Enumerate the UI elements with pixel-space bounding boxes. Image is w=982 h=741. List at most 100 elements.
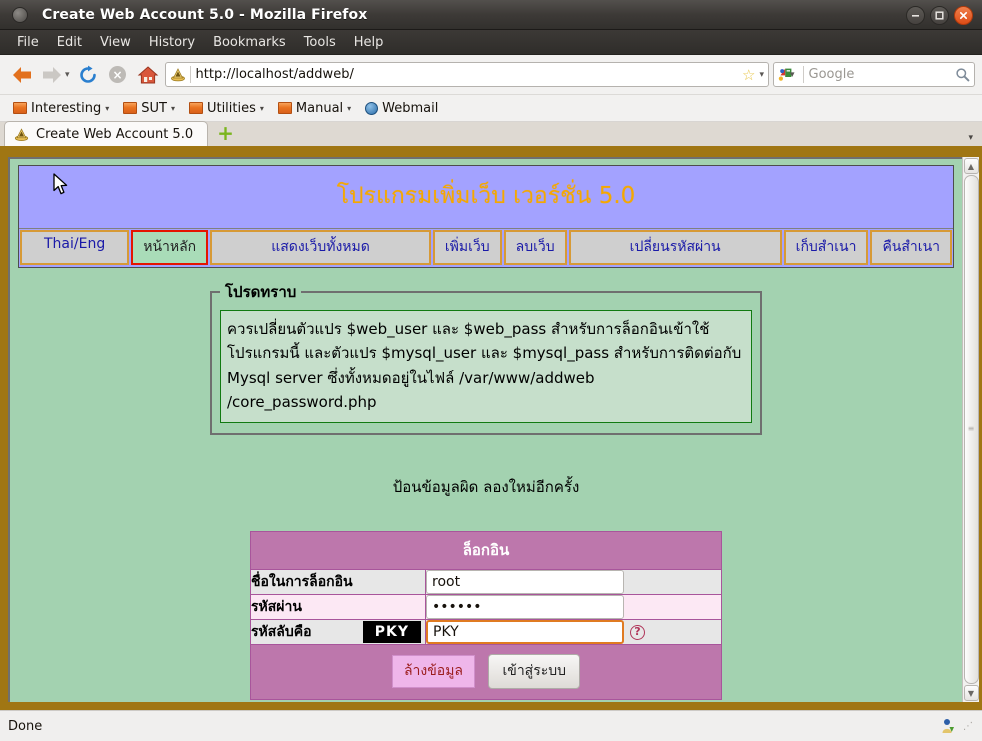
login-form: ล็อกอิน ชื่อในการล็อกอิน รหัสผ่าน — [53, 173, 722, 701]
browser-window: Create Web Account 5.0 - Mozilla Firefox… — [0, 0, 982, 741]
stop-button[interactable]: × — [103, 60, 133, 90]
nav-restore[interactable]: คืนสำเนา — [870, 230, 952, 265]
vertical-scrollbar[interactable]: ▲ ≡ ▼ — [962, 157, 979, 702]
clear-button[interactable]: ล้างข้อมูล — [391, 655, 476, 689]
menu-help[interactable]: Help — [345, 33, 393, 52]
tab-list-caret-icon[interactable]: ▾ — [968, 133, 973, 143]
scrollbar-track[interactable]: ≡ — [963, 175, 979, 684]
bookmarks-toolbar: Interesting ▾ SUT ▾ Utilities ▾ Manual ▾… — [0, 95, 982, 122]
folder-icon — [188, 102, 203, 114]
login-form-title: ล็อกอิน — [250, 531, 722, 571]
password-input[interactable] — [426, 595, 624, 620]
app-header: โปรแกรมเพิ่มเว็บ เวอร์ชั่น 5.0 — [19, 166, 953, 228]
nav-delete-web[interactable]: ลบเว็บ — [503, 230, 567, 265]
chevron-down-icon: ▾ — [105, 103, 110, 113]
scroll-up-button[interactable]: ▲ — [963, 158, 979, 174]
forward-button[interactable] — [37, 60, 67, 90]
url-text[interactable]: http://localhost/addweb/ — [196, 67, 742, 82]
tab-create-web-account[interactable]: Create Web Account 5.0 — [4, 121, 209, 146]
bookmark-interesting[interactable]: Interesting ▾ — [6, 101, 116, 116]
close-button[interactable] — [954, 6, 973, 25]
help-icon[interactable]: ? — [630, 624, 645, 640]
notice-fieldset: โปรดทราบ ควรเปลี่ยนตัวแปร $web_user และ … — [210, 280, 762, 436]
nav-add-web[interactable]: เพิ่มเว็บ — [432, 230, 502, 265]
menu-history[interactable]: History — [140, 33, 204, 52]
nav-home[interactable]: หน้าหลัก — [131, 230, 209, 265]
login-form-header: ล็อกอิน — [250, 531, 722, 571]
table-row: รหัสผ่าน — [250, 594, 722, 621]
new-tab-button[interactable]: + — [217, 123, 234, 143]
nav-change-password[interactable]: เปลี่ยนรหัสผ่าน — [568, 230, 782, 265]
username-label: ชื่อในการล็อกอิน — [250, 569, 426, 596]
history-dropdown-caret[interactable]: ▾ — [65, 70, 70, 80]
maximize-button[interactable] — [930, 6, 949, 25]
nav-show-all-web[interactable]: แสดงเว็บทั้งหมด — [210, 230, 431, 265]
nav-thai-eng[interactable]: Thai/Eng — [20, 230, 130, 265]
password-label: รหัสผ่าน — [250, 594, 426, 621]
url-separator — [189, 66, 191, 83]
scrollbar-grip-icon: ≡ — [967, 424, 975, 434]
captcha-cell: ? — [425, 619, 722, 646]
bookmark-dropdown-caret[interactable]: ▾ — [759, 70, 764, 80]
tab-strip: Create Web Account 5.0 + ▾ — [0, 121, 982, 149]
scroll-down-button[interactable]: ▼ — [963, 685, 979, 701]
search-separator — [802, 66, 804, 83]
stop-icon: × — [109, 66, 127, 83]
bookmark-sut[interactable]: SUT ▾ — [116, 101, 182, 116]
bookmark-webmail[interactable]: Webmail — [358, 101, 445, 116]
reload-button[interactable] — [73, 60, 103, 90]
home-button[interactable] — [133, 60, 163, 90]
page-body: โปรดทราบ ควรเปลี่ยนตัวแปร $web_user และ … — [10, 173, 962, 701]
username-input[interactable] — [426, 570, 624, 595]
captcha-label-cell: รหัสลับคือ PKY — [250, 619, 426, 646]
page-icon — [14, 127, 29, 141]
minimize-button[interactable] — [906, 6, 925, 25]
search-bar[interactable]: ▾ Google — [773, 62, 975, 87]
submit-button[interactable]: เข้าสู่ระบบ — [488, 654, 581, 690]
table-row: ชื่อในการล็อกอิน — [250, 569, 722, 596]
back-button[interactable] — [7, 60, 37, 90]
notice-legend: โปรดทราบ — [225, 283, 297, 301]
captcha-code-image: PKY — [362, 621, 421, 644]
window-title: Create Web Account 5.0 - Mozilla Firefox — [42, 6, 368, 23]
status-bar-right: ⋰ — [941, 718, 974, 734]
menu-edit[interactable]: Edit — [48, 33, 91, 52]
folder-icon — [13, 102, 27, 114]
table-row: รหัสลับคือ PKY ? — [250, 619, 722, 646]
captcha-input[interactable] — [426, 620, 624, 645]
captcha-label: รหัสลับคือ — [251, 624, 312, 641]
menu-bookmarks[interactable]: Bookmarks — [204, 33, 295, 52]
search-engine-caret[interactable]: ▾ — [790, 70, 795, 80]
tab-label: Create Web Account 5.0 — [36, 126, 194, 142]
page-title: โปรแกรมเพิ่มเว็บ เวอร์ชั่น 5.0 — [336, 183, 636, 209]
window-menu-icon[interactable] — [12, 6, 28, 23]
status-text: Done — [8, 718, 43, 734]
notice-text: ควรเปลี่ยนตัวแปร $web_user และ $web_pass… — [220, 310, 752, 424]
folder-icon — [277, 102, 292, 114]
content-area: โปรแกรมเพิ่มเว็บ เวอร์ชั่น 5.0 Thai/Eng … — [0, 149, 982, 710]
globe-icon — [365, 101, 379, 115]
scrollbar-thumb[interactable]: ≡ — [963, 175, 979, 684]
status-bar: Done ⋰ — [0, 710, 982, 741]
download-status-icon[interactable] — [941, 718, 955, 734]
menu-bar: File Edit View History Bookmarks Tools H… — [0, 30, 982, 55]
url-bar[interactable]: http://localhost/addweb/ ☆ ▾ — [164, 62, 769, 87]
bookmark-label: Webmail — [382, 100, 439, 116]
password-cell — [425, 594, 722, 621]
bookmark-star-icon[interactable]: ☆ — [742, 66, 755, 84]
bookmark-utilities[interactable]: Utilities ▾ — [182, 101, 271, 116]
resize-grip-icon[interactable]: ⋰ — [963, 721, 974, 732]
search-icon[interactable] — [955, 67, 970, 82]
bookmark-manual[interactable]: Manual ▾ — [271, 101, 358, 116]
navigation-toolbar: ▾ × http://localhost/addweb/ ☆ ▾ ▾ Googl… — [0, 55, 982, 95]
menu-view[interactable]: View — [91, 33, 140, 52]
site-identity-icon — [170, 68, 185, 82]
error-message: ป้อนข้อมูลผิด ลองใหม่อีกครั้ง — [392, 478, 580, 497]
search-input[interactable]: Google — [809, 67, 955, 82]
menu-tools[interactable]: Tools — [295, 33, 345, 52]
title-bar: Create Web Account 5.0 - Mozilla Firefox — [0, 0, 982, 30]
nav-backup[interactable]: เก็บสำเนา — [783, 230, 869, 265]
menu-file[interactable]: File — [8, 33, 48, 52]
addweb-app: โปรแกรมเพิ่มเว็บ เวอร์ชั่น 5.0 Thai/Eng … — [18, 165, 954, 268]
chevron-down-icon: ▾ — [259, 103, 264, 113]
